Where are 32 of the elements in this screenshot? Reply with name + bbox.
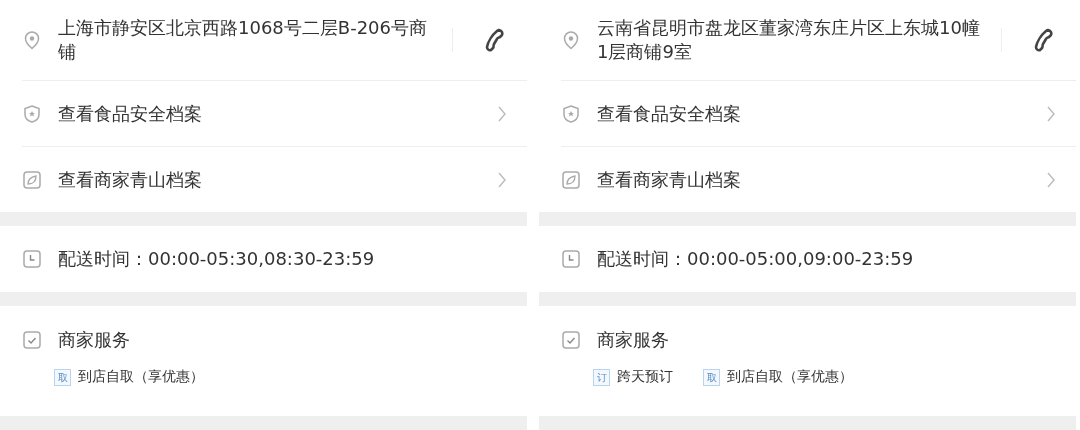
archive-link[interactable]: 查看食品安全档案 (58, 101, 481, 126)
archive-link[interactable]: 查看商家青山档案 (58, 167, 481, 192)
chevron-right-icon (497, 105, 507, 122)
store-address: 上海市静安区北京西路1068号二层B-206号商铺 (58, 16, 428, 64)
shield-icon (561, 103, 581, 124)
clock-icon (22, 249, 42, 269)
leaf-icon (22, 169, 42, 190)
delivery-hours: 配送时间：00:00-05:00,09:00-23:59 (597, 247, 914, 271)
archive-link[interactable]: 查看食品安全档案 (597, 101, 1030, 126)
checkbox-icon (561, 330, 581, 350)
service-badge: 订 (593, 368, 610, 386)
store-address: 云南省昆明市盘龙区董家湾东庄片区上东城10幢1层商铺9室 (597, 16, 981, 64)
service-label: 到店自取（享优惠） (727, 368, 853, 386)
service-badge: 取 (54, 368, 71, 386)
chevron-right-icon (1046, 171, 1056, 188)
service-badge: 取 (703, 368, 720, 386)
clock-icon (561, 249, 581, 269)
leaf-icon (561, 169, 581, 190)
chevron-right-icon (497, 171, 507, 188)
location-pin-icon (561, 30, 581, 50)
checkbox-icon (22, 330, 42, 350)
chevron-right-icon (1046, 105, 1056, 122)
service-label: 跨天预订 (617, 368, 673, 386)
shield-icon (22, 103, 42, 124)
services-title: 商家服务 (58, 328, 130, 352)
archive-link[interactable]: 查看商家青山档案 (597, 167, 1030, 192)
service-label: 到店自取（享优惠） (78, 368, 204, 386)
location-pin-icon (22, 30, 42, 50)
services-title: 商家服务 (597, 328, 669, 352)
delivery-hours: 配送时间：00:00-05:30,08:30-23:59 (58, 247, 375, 271)
phone-icon[interactable] (483, 27, 507, 53)
phone-icon[interactable] (1032, 27, 1056, 53)
